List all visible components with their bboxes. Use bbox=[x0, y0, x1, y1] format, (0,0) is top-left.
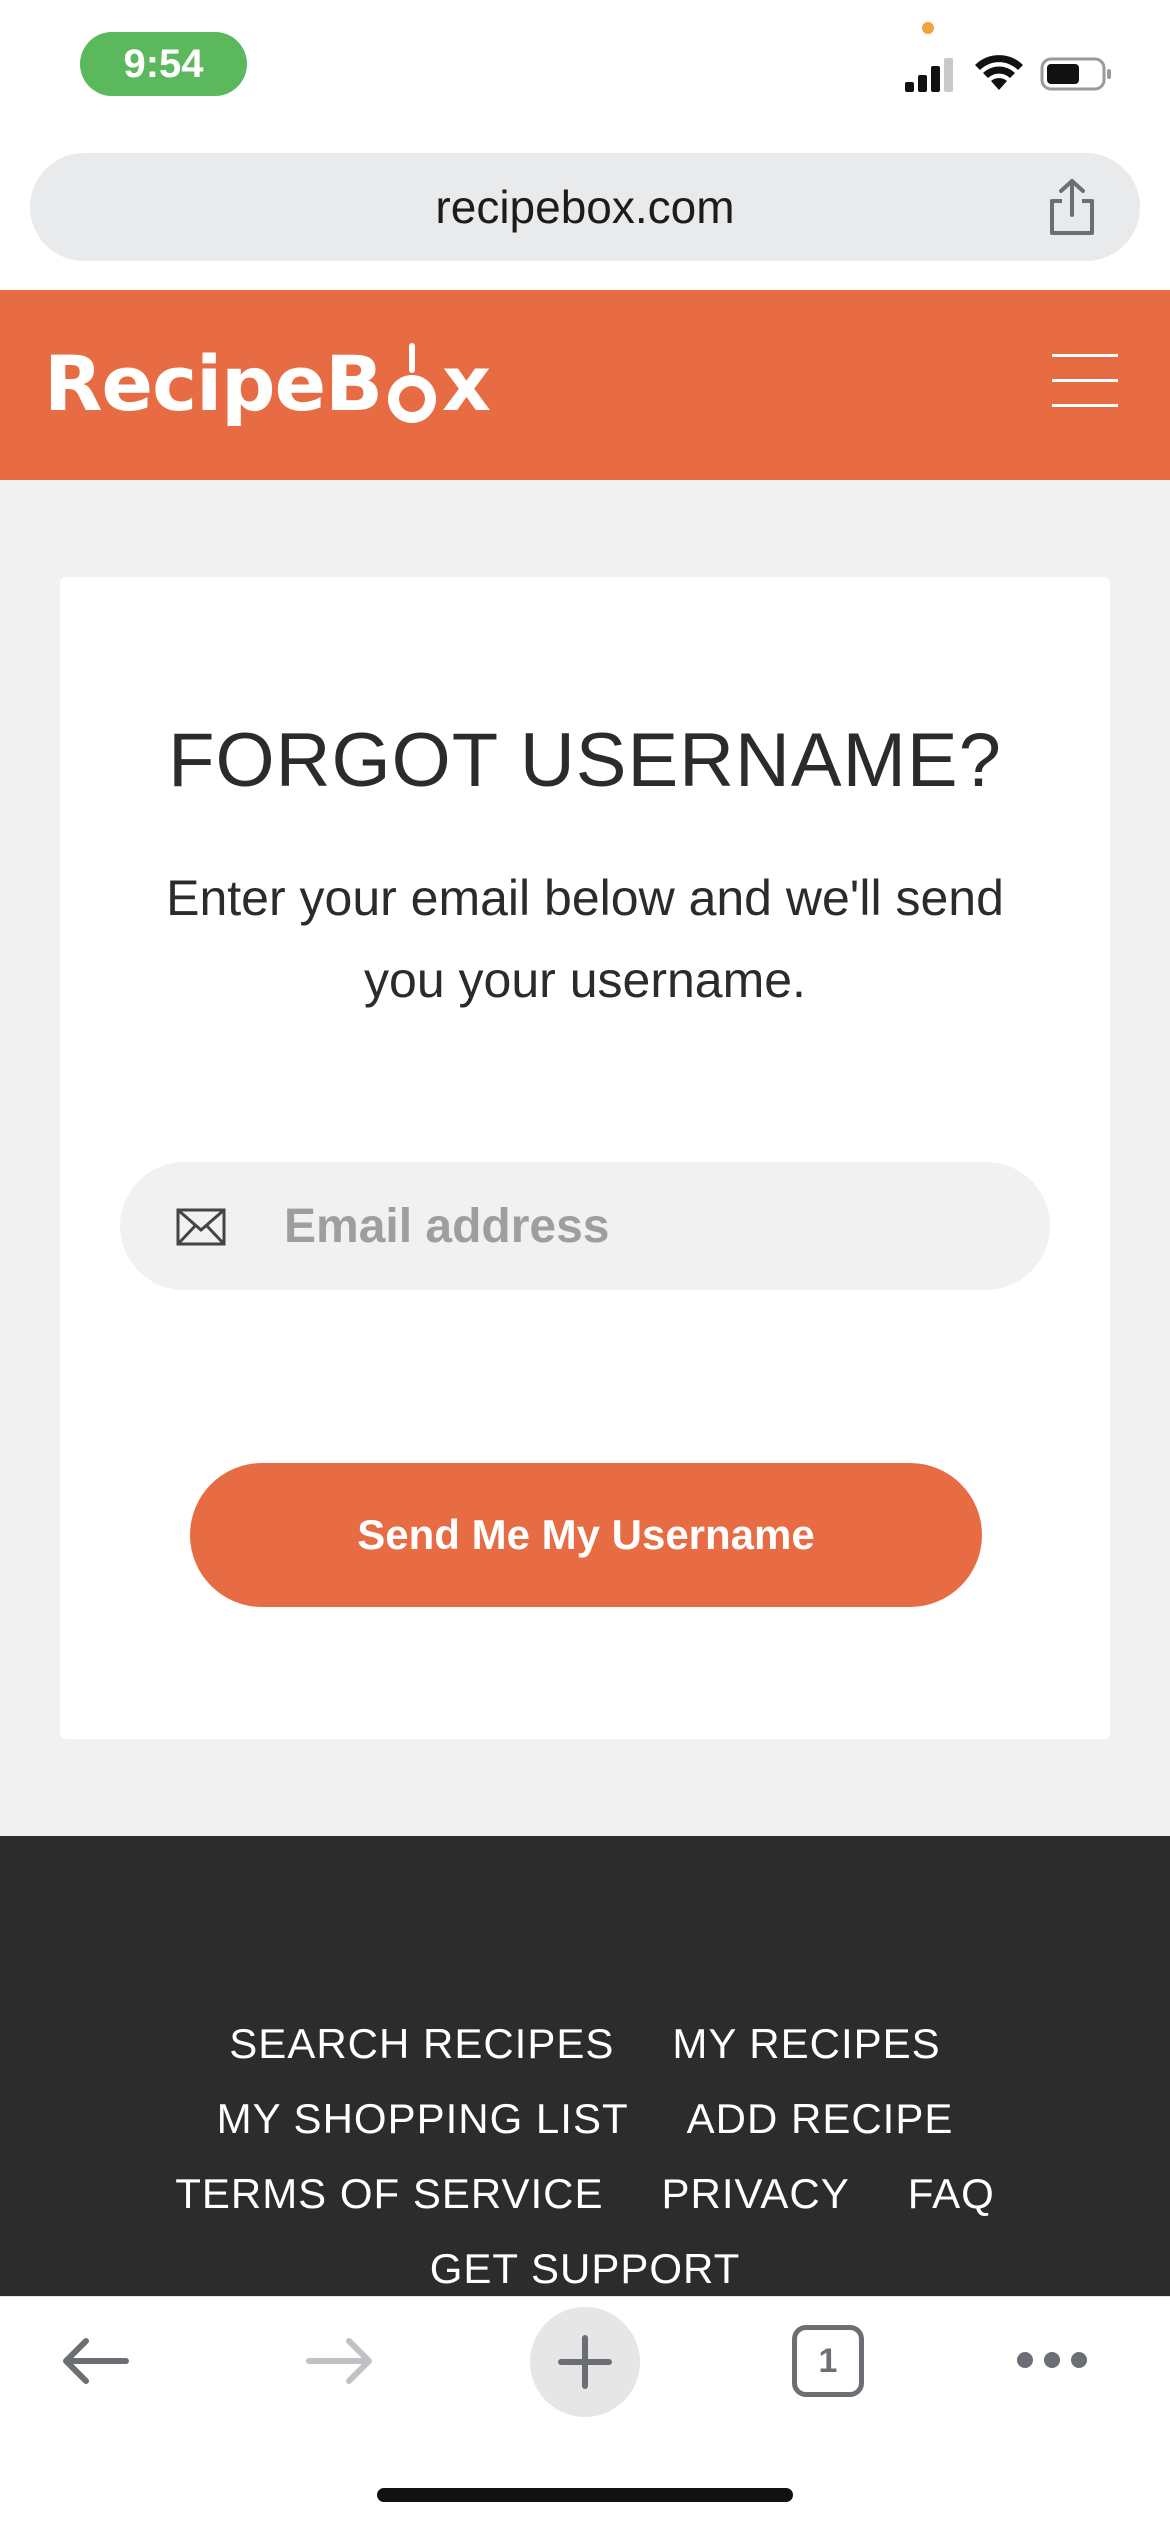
address-bar[interactable]: recipebox.com bbox=[30, 153, 1140, 261]
status-bar: 9:54 bbox=[0, 0, 1170, 140]
battery-icon bbox=[1040, 57, 1111, 91]
frying-pan-icon bbox=[388, 343, 437, 423]
wifi-icon bbox=[975, 55, 1023, 90]
cellular-signal-icon bbox=[905, 58, 953, 92]
forward-arrow-icon[interactable] bbox=[305, 2333, 375, 2389]
email-input[interactable] bbox=[284, 1162, 984, 1290]
url-text[interactable]: recipebox.com bbox=[30, 153, 1140, 261]
more-options-icon[interactable] bbox=[1015, 2345, 1090, 2375]
tab-switcher-button[interactable]: 1 bbox=[792, 2325, 864, 2397]
new-tab-button[interactable] bbox=[530, 2307, 640, 2417]
site-header: RecipeB x bbox=[0, 290, 1170, 480]
footer-link-terms-of-service[interactable]: TERMS OF SERVICE bbox=[175, 2170, 603, 2218]
footer-link-privacy[interactable]: PRIVACY bbox=[661, 2170, 849, 2218]
email-field[interactable] bbox=[120, 1162, 1050, 1290]
main-content: FORGOT USERNAME? Enter your email below … bbox=[0, 480, 1170, 1836]
logo-text-end: x bbox=[442, 338, 491, 428]
page-instructions: Enter your email below and we'll send yo… bbox=[166, 870, 1004, 1008]
mail-icon bbox=[176, 1208, 226, 1246]
send-username-button[interactable]: Send Me My Username bbox=[190, 1463, 982, 1607]
back-arrow-icon[interactable] bbox=[60, 2333, 130, 2389]
footer-link-my-recipes[interactable]: MY RECIPES bbox=[672, 2020, 940, 2068]
footer-row: GET SUPPORT bbox=[0, 2231, 1170, 2306]
site-footer: SEARCH RECIPES MY RECIPES MY SHOPPING LI… bbox=[0, 1836, 1170, 2296]
status-time: 9:54 bbox=[80, 32, 247, 96]
footer-links: SEARCH RECIPES MY RECIPES MY SHOPPING LI… bbox=[0, 2006, 1170, 2306]
hamburger-menu-icon[interactable] bbox=[1052, 354, 1118, 410]
footer-link-my-shopping-list[interactable]: MY SHOPPING LIST bbox=[217, 2095, 629, 2143]
footer-link-faq[interactable]: FAQ bbox=[908, 2170, 995, 2218]
logo-text-start: RecipeB bbox=[44, 338, 383, 428]
recipebox-logo[interactable]: RecipeB x bbox=[44, 328, 491, 438]
footer-row: SEARCH RECIPES MY RECIPES bbox=[0, 2006, 1170, 2081]
page-title: FORGOT USERNAME? bbox=[168, 718, 1002, 803]
footer-link-add-recipe[interactable]: ADD RECIPE bbox=[687, 2095, 954, 2143]
footer-row: TERMS OF SERVICE PRIVACY FAQ bbox=[0, 2156, 1170, 2231]
home-indicator bbox=[377, 2488, 793, 2502]
forgot-username-card: FORGOT USERNAME? Enter your email below … bbox=[60, 577, 1110, 1739]
privacy-indicator-dot bbox=[922, 22, 934, 34]
footer-row: MY SHOPPING LIST ADD RECIPE bbox=[0, 2081, 1170, 2156]
footer-link-get-support[interactable]: GET SUPPORT bbox=[430, 2245, 741, 2293]
plus-icon bbox=[558, 2335, 612, 2389]
share-icon[interactable] bbox=[1044, 177, 1100, 237]
footer-link-search-recipes[interactable]: SEARCH RECIPES bbox=[229, 2020, 614, 2068]
